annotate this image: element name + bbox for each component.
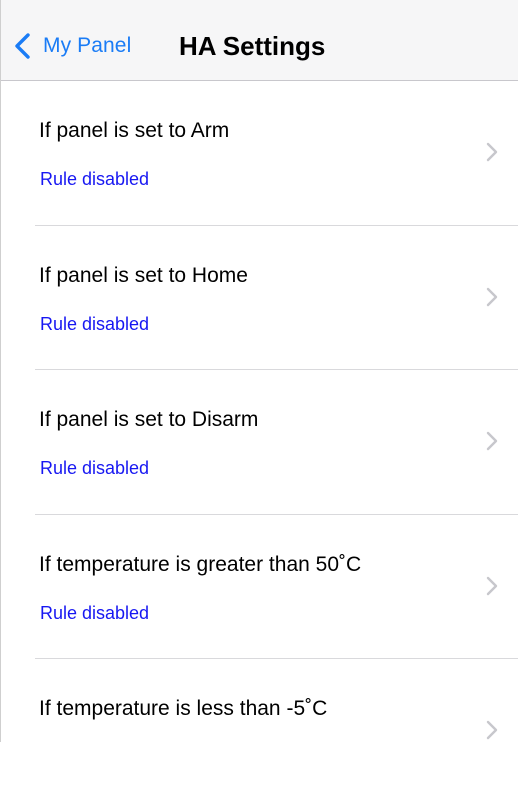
- list-item-home-rule[interactable]: If panel is set to Home Rule disabled: [1, 226, 518, 370]
- row-status: Rule disabled: [40, 602, 150, 623]
- chevron-right-icon: [486, 576, 498, 595]
- row-title: If temperature is greater than 50˚C: [39, 552, 362, 576]
- row-title: If panel is set to Disarm: [39, 408, 259, 431]
- list-item-low-temperature-rule[interactable]: If temperature is less than -5˚C: [1, 659, 518, 804]
- row-title: If temperature is less than -5˚C: [39, 697, 328, 720]
- row-title: If panel is set to Arm: [39, 119, 230, 142]
- chevron-left-icon: [15, 33, 30, 59]
- row-status: Rule disabled: [40, 169, 150, 189]
- list-item-arm-rule[interactable]: If panel is set to Arm Rule disabled: [1, 81, 518, 226]
- chevron-right-icon: [486, 720, 498, 740]
- chevron-right-icon: [486, 287, 498, 306]
- page-title: HA Settings: [179, 31, 326, 61]
- back-button-label[interactable]: My Panel: [43, 34, 131, 58]
- navigation-bar: My Panel HA Settings: [1, 0, 518, 81]
- chevron-right-icon: [486, 142, 498, 162]
- row-status: Rule disabled: [40, 458, 150, 478]
- list-item-disarm-rule[interactable]: If panel is set to Disarm Rule disabled: [1, 370, 518, 515]
- rules-list: If panel is set to Arm Rule disabled If …: [1, 81, 518, 804]
- row-status: Rule disabled: [40, 313, 150, 334]
- list-item-high-temperature-rule[interactable]: If temperature is greater than 50˚C Rule…: [1, 515, 518, 659]
- chevron-right-icon: [486, 431, 498, 451]
- row-title: If panel is set to Home: [39, 263, 248, 287]
- back-button[interactable]: My Panel: [13, 26, 131, 66]
